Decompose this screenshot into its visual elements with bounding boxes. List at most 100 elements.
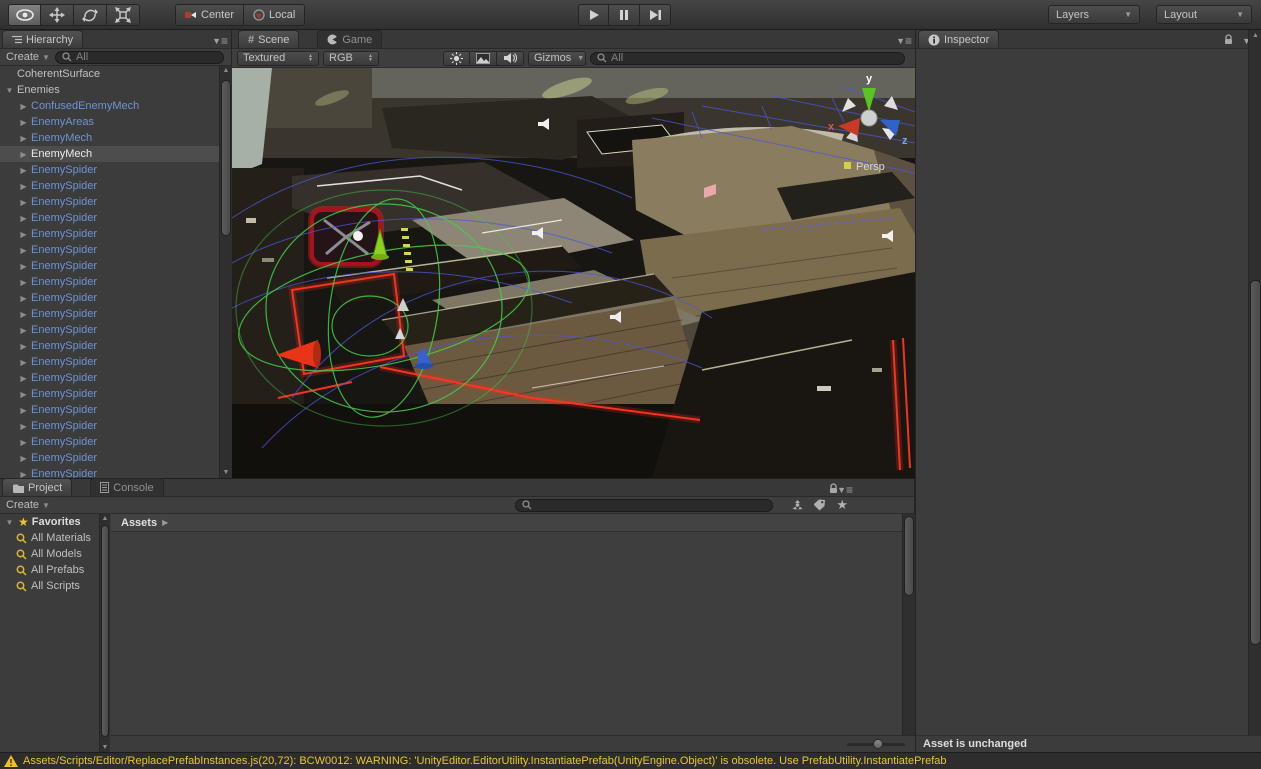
hierarchy-item[interactable]: ▶EnemyMech	[0, 146, 219, 162]
hierarchy-item[interactable]: CoherentSurface	[0, 66, 219, 82]
hierarchy-item[interactable]: ▶EnemySpider	[0, 210, 219, 226]
project-tree-scrollbar[interactable]: ▲ ▼	[99, 514, 110, 753]
hierarchy-item[interactable]: ▶EnemySpider	[0, 402, 219, 418]
gizmos-dropdown[interactable]: Gizmos▼	[528, 51, 586, 66]
hierarchy-item[interactable]: ▶EnemySpider	[0, 226, 219, 242]
render-mode-dropdown[interactable]: Textured▲▼	[237, 51, 319, 66]
hierarchy-item[interactable]: ▶EnemySpider	[0, 434, 219, 450]
hierarchy-item[interactable]: ▶ConfusedEnemyMech	[0, 98, 219, 114]
tree-favorite-item[interactable]: All Models	[0, 546, 109, 562]
inspector-scrollbar-thumb[interactable]	[1250, 280, 1261, 645]
fold-arrow-icon[interactable]: ▶	[18, 438, 29, 447]
tab-project[interactable]: Project	[2, 478, 72, 496]
fold-arrow-icon[interactable]: ▶	[18, 326, 29, 335]
layers-dropdown[interactable]: Layers▼	[1048, 5, 1140, 24]
scale-tool-button[interactable]	[107, 4, 140, 26]
hierarchy-item[interactable]: ▼Enemies	[0, 82, 219, 98]
hierarchy-scrollbar-thumb[interactable]	[221, 80, 231, 236]
layout-dropdown[interactable]: Layout▼	[1156, 5, 1252, 24]
thumbnail-size-slider[interactable]	[847, 743, 905, 746]
scene-search-input[interactable]: All	[590, 52, 905, 65]
fold-arrow-icon[interactable]: ▶	[18, 150, 29, 159]
fold-arrow-icon[interactable]: ▶	[18, 406, 29, 415]
fold-arrow-icon[interactable]: ▶	[18, 118, 29, 127]
search-by-type-icon[interactable]	[791, 499, 804, 511]
status-bar[interactable]: Assets/Scripts/Editor/ReplacePrefabInsta…	[0, 752, 1261, 769]
fold-arrow-icon[interactable]: ▶	[18, 422, 29, 431]
pivot-toggle-button[interactable]: Center	[175, 4, 244, 26]
fold-arrow-icon[interactable]: ▶	[18, 246, 29, 255]
space-toggle-button[interactable]: Local	[244, 4, 305, 26]
move-tool-button[interactable]	[41, 4, 74, 26]
tab-inspector[interactable]: Inspector	[918, 30, 999, 48]
tree-favorite-item[interactable]: All Scripts	[0, 578, 109, 594]
fold-arrow-icon[interactable]: ▼	[4, 518, 15, 527]
lighting-toggle[interactable]	[443, 51, 470, 66]
fold-arrow-icon[interactable]: ▼	[4, 86, 15, 95]
hierarchy-item[interactable]: ▶EnemySpider	[0, 418, 219, 434]
panel-menu-icon[interactable]: ▼≡	[837, 483, 852, 497]
fold-arrow-icon[interactable]: ▶	[18, 198, 29, 207]
create-button[interactable]: Create▼	[0, 51, 55, 63]
hierarchy-item[interactable]: ▶EnemySpider	[0, 290, 219, 306]
hierarchy-item[interactable]: ▶EnemySpider	[0, 178, 219, 194]
fold-arrow-icon[interactable]: ▶	[18, 470, 29, 479]
fold-arrow-icon[interactable]: ▶	[18, 390, 29, 399]
fold-arrow-icon[interactable]: ▶	[18, 134, 29, 143]
tree-favorite-item[interactable]: All Prefabs	[0, 562, 109, 578]
lock-icon[interactable]	[1224, 34, 1233, 48]
scene-viewport[interactable]: y x z Persp	[232, 68, 915, 478]
hierarchy-item[interactable]: ▶EnemyAreas	[0, 114, 219, 130]
hierarchy-item[interactable]: ▶EnemySpider	[0, 450, 219, 466]
play-button[interactable]	[578, 4, 609, 26]
view-tool-button[interactable]	[8, 4, 41, 26]
fold-arrow-icon[interactable]: ▶	[18, 230, 29, 239]
hierarchy-item[interactable]: ▶EnemySpider	[0, 258, 219, 274]
hierarchy-item[interactable]: ▶EnemySpider	[0, 242, 219, 258]
hierarchy-item[interactable]: ▶EnemySpider	[0, 306, 219, 322]
step-button[interactable]	[640, 4, 671, 26]
rotate-tool-button[interactable]	[74, 4, 107, 26]
project-tree-scrollbar-thumb[interactable]	[101, 525, 109, 737]
tree-favorites[interactable]: ▼★Favorites	[0, 514, 109, 530]
tab-game[interactable]: Game	[317, 30, 382, 48]
fold-arrow-icon[interactable]: ▶	[18, 214, 29, 223]
asset-grid-scrollbar[interactable]	[902, 514, 915, 736]
hierarchy-item[interactable]: ▶EnemySpider	[0, 338, 219, 354]
fold-arrow-icon[interactable]: ▶	[18, 358, 29, 367]
fold-arrow-icon[interactable]: ▶	[18, 342, 29, 351]
fold-arrow-icon[interactable]: ▶	[18, 166, 29, 175]
hierarchy-item[interactable]: ▶EnemyMech	[0, 130, 219, 146]
asset-grid-scrollbar-thumb[interactable]	[904, 516, 914, 596]
pause-button[interactable]	[609, 4, 640, 26]
skybox-toggle[interactable]	[470, 51, 497, 66]
fold-arrow-icon[interactable]: ▶	[18, 102, 29, 111]
fold-arrow-icon[interactable]: ▶	[18, 294, 29, 303]
fold-arrow-icon[interactable]: ▶	[18, 310, 29, 319]
inspector-scrollbar[interactable]: ▲ ▼	[1248, 30, 1261, 752]
hierarchy-item[interactable]: ▶EnemySpider	[0, 466, 219, 478]
audio-toggle[interactable]	[497, 51, 524, 66]
panel-menu-icon[interactable]: ▼≡	[896, 34, 911, 48]
fold-arrow-icon[interactable]: ▶	[18, 278, 29, 287]
fold-arrow-icon[interactable]: ▶	[18, 374, 29, 383]
hierarchy-item[interactable]: ▶EnemySpider	[0, 354, 219, 370]
hierarchy-item[interactable]: ▶EnemySpider	[0, 194, 219, 210]
create-button[interactable]: Create▼	[0, 499, 55, 511]
color-mode-dropdown[interactable]: RGB▲▼	[323, 51, 379, 66]
tab-scene[interactable]: # Scene	[238, 30, 299, 48]
fold-arrow-icon[interactable]: ▶	[18, 454, 29, 463]
tab-console[interactable]: Console	[90, 478, 163, 496]
favorites-star-icon[interactable]: ★	[836, 497, 848, 513]
hierarchy-item[interactable]: ▶EnemySpider	[0, 322, 219, 338]
hierarchy-item[interactable]: ▶EnemySpider	[0, 274, 219, 290]
tab-hierarchy[interactable]: Hierarchy	[2, 30, 83, 48]
hierarchy-item[interactable]: ▶EnemySpider	[0, 370, 219, 386]
hierarchy-item[interactable]: ▶EnemySpider	[0, 386, 219, 402]
search-by-label-icon[interactable]	[813, 499, 826, 511]
breadcrumb-label[interactable]: Assets	[121, 517, 157, 529]
tree-favorite-item[interactable]: All Materials	[0, 530, 109, 546]
fold-arrow-icon[interactable]: ▶	[18, 262, 29, 271]
hierarchy-search-input[interactable]: All	[55, 51, 224, 64]
fold-arrow-icon[interactable]: ▶	[18, 182, 29, 191]
